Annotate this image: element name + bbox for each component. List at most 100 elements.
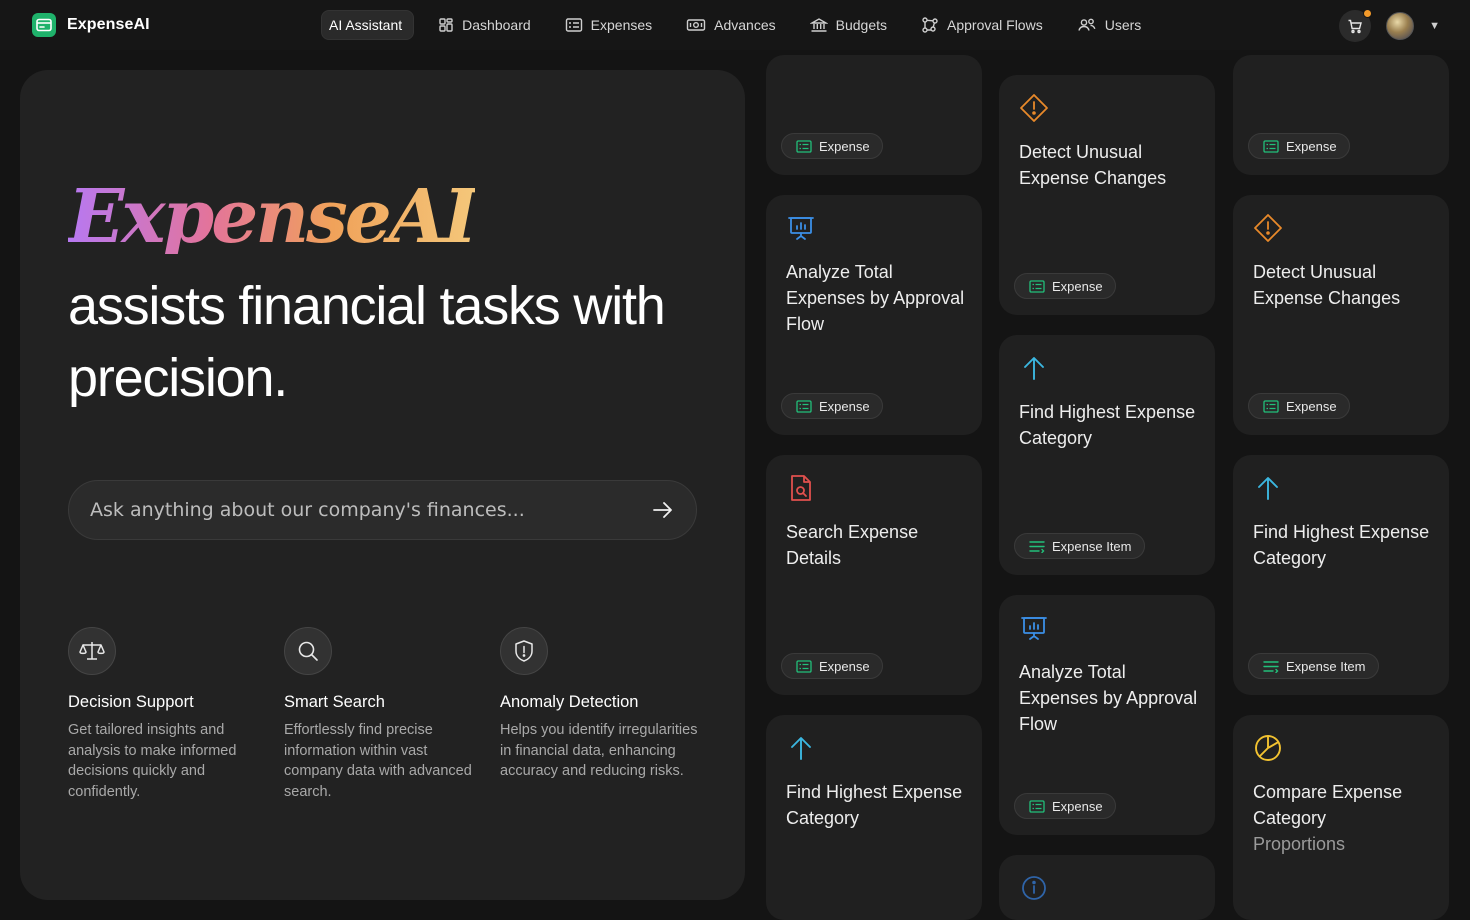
banknote-icon (686, 19, 706, 31)
card-title: Search Expense Details (786, 522, 919, 568)
category-tag: Expense (1014, 793, 1116, 819)
suggestion-card[interactable]: Analyze Total Expenses by Approval Flow … (999, 595, 1215, 835)
feature-smart-search: Smart Search Effortlessly find precise i… (284, 627, 500, 802)
tag-label: Expense Item (1052, 538, 1132, 554)
ask-bar (68, 480, 697, 540)
suggestion-card[interactable]: Expense (1233, 55, 1449, 175)
category-tag: Expense Item (1014, 533, 1145, 559)
feature-title: Smart Search (284, 693, 385, 711)
nav-item-label: Users (1104, 17, 1142, 33)
tag-label: Expense (819, 398, 870, 414)
receipt-list-icon (796, 139, 812, 153)
receipt-list-icon (1029, 799, 1045, 813)
tag-label: Expense (1286, 138, 1337, 154)
card-title: Analyze Total Expenses by Approval Flow (786, 262, 965, 334)
card-title: Detect Unusual Expense Changes (1019, 142, 1167, 188)
arrow-up-icon (786, 733, 816, 763)
feature-title: Decision Support (68, 693, 194, 711)
suggestion-card[interactable]: Compare Expense Category Proportions (1233, 715, 1449, 920)
nav-item-approval-flows[interactable]: Approval Flows (909, 10, 1055, 40)
category-tag: Expense (1014, 273, 1116, 299)
nav-item-ai-assistant[interactable]: AI Assistant (321, 10, 415, 40)
category-tag: Expense (781, 393, 883, 419)
card-title: Compare Expense Category Proportions (1253, 779, 1443, 857)
top-bar: ExpenseAI AI Assistant Dashboard Expense… (0, 0, 1470, 50)
users-icon (1078, 18, 1096, 31)
category-tag: Expense Item (1248, 653, 1379, 679)
search-icon (284, 627, 332, 675)
tag-label: Expense (1052, 278, 1103, 294)
category-tag: Expense (781, 133, 883, 159)
feature-list: Decision Support Get tailored insights a… (68, 627, 716, 802)
warning-diamond-icon (1019, 93, 1049, 123)
nav-item-label: Expenses (590, 17, 653, 33)
pie-chart-icon (1253, 733, 1283, 763)
feature-anomaly-detection: Anomaly Detection Helps you identify irr… (500, 627, 716, 802)
nav-item-budgets[interactable]: Budgets (798, 10, 899, 40)
suggestion-card[interactable]: Expense (766, 55, 982, 175)
presentation-chart-icon (786, 213, 816, 243)
presentation-chart-icon (1019, 613, 1049, 643)
suggestion-card[interactable]: Analyze Total Expenses by Approval Flow … (766, 195, 982, 435)
suggestion-card[interactable]: Find Highest Expense Category Expense It… (999, 335, 1215, 575)
feature-title: Anomaly Detection (500, 693, 639, 711)
shield-alert-icon (500, 627, 548, 675)
chevron-down-icon[interactable]: ▼ (1429, 20, 1440, 32)
receipt-list-icon (1263, 399, 1279, 413)
category-tag: Expense (1248, 133, 1350, 159)
arrow-right-icon (653, 502, 672, 518)
receipt-list-icon (1029, 279, 1045, 293)
category-tag: Expense (1248, 393, 1350, 419)
nav-item-label: Dashboard (462, 17, 531, 33)
hero-logo-text: ExpenseAI (68, 174, 478, 260)
tag-label: Expense (819, 658, 870, 674)
suggestion-card[interactable]: Search Expense Details Expense (766, 455, 982, 695)
tag-label: Expense Item (1286, 658, 1366, 674)
receipt-list-icon (796, 399, 812, 413)
receipt-list-icon (565, 18, 582, 32)
nav-item-expenses[interactable]: Expenses (553, 10, 664, 40)
feature-desc: Helps you identify irregularities in fin… (500, 722, 698, 779)
hero-headline: assists financial tasks with precision. (68, 276, 666, 408)
card-title: Analyze Total Expenses by Approval Flow (1019, 662, 1198, 734)
main-nav: AI Assistant Dashboard Expenses Advances… (321, 10, 1163, 40)
flow-icon (922, 17, 938, 33)
feature-desc: Effortlessly find precise information wi… (284, 722, 472, 800)
nav-item-advances[interactable]: Advances (674, 10, 787, 40)
tag-label: Expense (1286, 398, 1337, 414)
nav-item-dashboard[interactable]: Dashboard (426, 10, 543, 40)
card-title: Detect Unusual Expense Changes (1253, 262, 1401, 308)
suggestion-card[interactable]: Find Highest Expense Category (766, 715, 982, 920)
nav-item-label: Advances (714, 17, 776, 33)
category-tag: Expense (781, 653, 883, 679)
brand-logo-icon (32, 13, 56, 37)
brand[interactable]: ExpenseAI (32, 13, 150, 37)
nav-item-label: Budgets (835, 17, 887, 33)
feature-desc: Get tailored insights and analysis to ma… (68, 722, 237, 800)
receipt-list-icon (1263, 139, 1279, 153)
brand-name: ExpenseAI (67, 16, 150, 33)
suggestion-card[interactable]: Find Highest Expense Category Expense It… (1233, 455, 1449, 695)
file-search-icon (786, 473, 816, 503)
tag-label: Expense (819, 138, 870, 154)
card-title-main: Compare Expense Category (1253, 782, 1403, 828)
card-title-muted: Proportions (1253, 834, 1346, 854)
suggestion-card[interactable]: Detect Unusual Expense Changes Expense (1233, 195, 1449, 435)
suggestion-card[interactable]: Detect Unusual Expense Changes Expense (999, 75, 1215, 315)
notification-dot (1363, 9, 1373, 18)
card-title: Find Highest Expense Category (786, 782, 963, 828)
cart-button[interactable] (1339, 9, 1373, 42)
bank-icon (809, 18, 828, 32)
list-lines-icon (1029, 540, 1045, 553)
ask-input[interactable] (90, 499, 648, 521)
feature-decision-support: Decision Support Get tailored insights a… (68, 627, 284, 802)
arrow-up-icon (1253, 473, 1283, 503)
send-button[interactable] (648, 495, 678, 525)
info-icon (1019, 873, 1049, 903)
suggestion-card[interactable] (999, 855, 1215, 920)
warning-diamond-icon (1253, 213, 1283, 243)
user-avatar[interactable] (1386, 12, 1415, 40)
nav-item-users[interactable]: Users (1065, 10, 1154, 40)
grid-icon (439, 18, 453, 32)
card-title: Find Highest Expense Category (1019, 402, 1196, 448)
